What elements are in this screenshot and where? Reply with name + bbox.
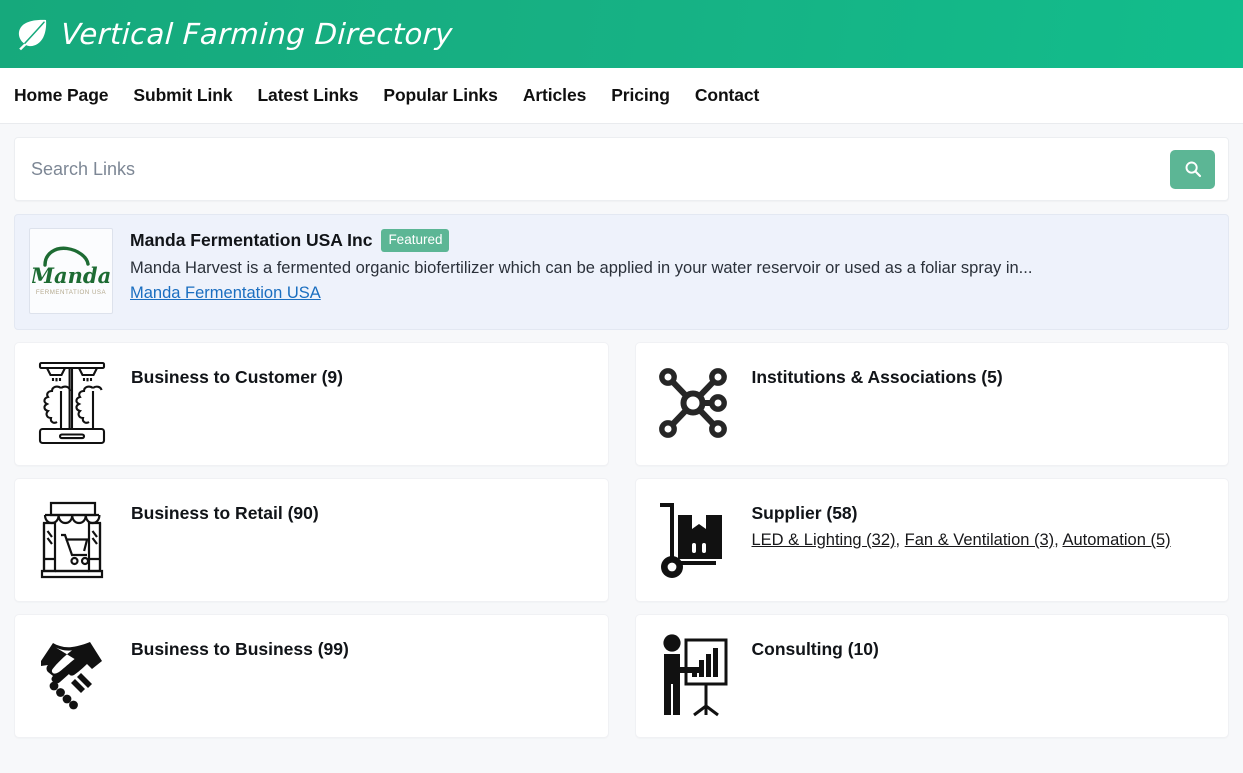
featured-description: Manda Harvest is a fermented organic bio… — [130, 258, 1033, 277]
category-card-business-to-customer[interactable]: Business to Customer (9) — [14, 342, 609, 466]
brand-title: Vertical Farming Directory — [60, 17, 454, 51]
featured-website-link[interactable]: Manda Fermentation USA — [130, 284, 321, 303]
category-title: Business to Customer (9) — [131, 367, 343, 387]
manda-logo-icon: Manda FERMENTATION USA — [32, 231, 110, 311]
handshake-icon — [31, 627, 113, 723]
category-text: Supplier (58) LED & Lighting (32), Fan &… — [752, 491, 1171, 550]
nav-item-submit-link[interactable]: Submit Link — [133, 85, 232, 106]
category-card-business-to-business[interactable]: Business to Business (99) — [14, 614, 609, 738]
search-submit-button[interactable] — [1170, 149, 1215, 189]
subcategory-separator: , — [895, 531, 905, 549]
svg-text:FERMENTATION USA: FERMENTATION USA — [36, 289, 107, 296]
search-icon — [1184, 160, 1202, 178]
category-card-consulting[interactable]: Consulting (10) — [634, 614, 1229, 738]
grow-tower-icon — [31, 355, 113, 451]
svg-text:Manda: Manda — [32, 263, 110, 288]
nav-item-articles[interactable]: Articles — [523, 85, 587, 106]
category-text: Institutions & Associations (5) — [752, 355, 1003, 388]
category-title: Business to Business (99) — [131, 639, 349, 659]
nav-item-contact[interactable]: Contact — [695, 85, 760, 106]
category-grid: Business to Customer (9) Institutions & … — [14, 342, 1229, 738]
category-title: Supplier (58) — [751, 503, 858, 523]
featured-details: Manda Fermentation USA Inc Featured Mand… — [130, 228, 1214, 314]
featured-badge: Featured — [381, 229, 450, 252]
storefront-cart-icon — [31, 491, 113, 587]
subcategory-link-automation[interactable]: Automation (5) — [1062, 531, 1170, 549]
category-subcategories: LED & Lighting (32), Fan & Ventilation (… — [752, 531, 1171, 550]
nav-item-popular-links[interactable]: Popular Links — [383, 85, 498, 106]
hand-truck-box-icon — [652, 491, 734, 587]
brand-logo[interactable]: Vertical Farming Directory — [16, 17, 454, 51]
category-text: Consulting (10) — [752, 627, 879, 660]
category-card-supplier[interactable]: Supplier (58) LED & Lighting (32), Fan &… — [634, 478, 1229, 602]
category-text: Business to Customer (9) — [131, 355, 343, 388]
featured-title-row: Manda Fermentation USA Inc Featured — [130, 229, 1214, 252]
category-card-institutions-associations[interactable]: Institutions & Associations (5) — [634, 342, 1229, 466]
leaf-icon — [16, 17, 50, 51]
search-input[interactable] — [15, 138, 1170, 200]
page-content: Manda FERMENTATION USA Manda Fermentatio… — [0, 124, 1243, 738]
site-header: Vertical Farming Directory — [0, 0, 1243, 68]
featured-logo-thumbnail: Manda FERMENTATION USA — [29, 228, 113, 314]
nav-item-pricing[interactable]: Pricing — [611, 85, 670, 106]
featured-title: Manda Fermentation USA Inc — [130, 229, 373, 250]
category-card-business-to-retail[interactable]: Business to Retail (90) — [14, 478, 609, 602]
network-hub-icon — [652, 355, 734, 451]
main-navigation: Home Page Submit Link Latest Links Popul… — [0, 68, 1243, 124]
nav-item-home-page[interactable]: Home Page — [14, 85, 109, 106]
presenter-chart-icon — [652, 627, 734, 723]
featured-listing[interactable]: Manda FERMENTATION USA Manda Fermentatio… — [14, 214, 1229, 330]
category-title: Consulting (10) — [751, 639, 879, 659]
subcategory-link-led-lighting[interactable]: LED & Lighting (32) — [752, 531, 896, 549]
category-text: Business to Retail (90) — [131, 491, 319, 524]
nav-item-latest-links[interactable]: Latest Links — [257, 85, 358, 106]
subcategory-link-fan-ventilation[interactable]: Fan & Ventilation (3) — [905, 531, 1055, 549]
category-text: Business to Business (99) — [131, 627, 349, 660]
category-title: Institutions & Associations (5) — [751, 367, 1003, 387]
category-title: Business to Retail (90) — [131, 503, 319, 523]
search-bar — [14, 137, 1229, 201]
